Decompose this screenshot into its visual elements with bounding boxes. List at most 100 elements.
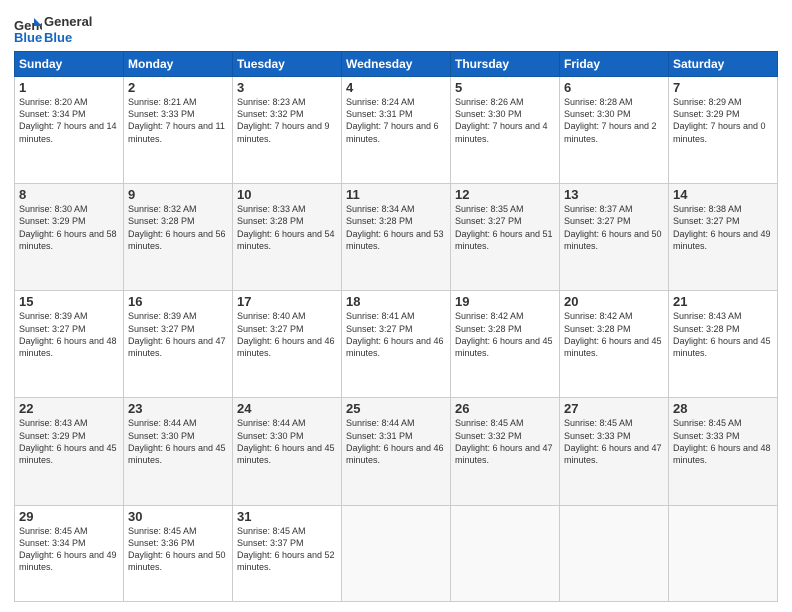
logo-general: General	[44, 14, 92, 30]
day-number: 17	[237, 294, 337, 309]
day-number: 18	[346, 294, 446, 309]
day-number: 24	[237, 401, 337, 416]
day-info: Sunrise: 8:35 AMSunset: 3:27 PMDaylight:…	[455, 203, 555, 252]
day-number: 4	[346, 80, 446, 95]
calendar-cell	[342, 505, 451, 601]
calendar-week-row: 1Sunrise: 8:20 AMSunset: 3:34 PMDaylight…	[15, 77, 778, 184]
weekday-header: Saturday	[669, 52, 778, 77]
day-info: Sunrise: 8:45 AMSunset: 3:37 PMDaylight:…	[237, 525, 337, 574]
weekday-header: Tuesday	[233, 52, 342, 77]
day-number: 11	[346, 187, 446, 202]
calendar-cell: 26Sunrise: 8:45 AMSunset: 3:32 PMDayligh…	[451, 398, 560, 505]
calendar-cell: 4Sunrise: 8:24 AMSunset: 3:31 PMDaylight…	[342, 77, 451, 184]
day-info: Sunrise: 8:39 AMSunset: 3:27 PMDaylight:…	[19, 310, 119, 359]
calendar-cell: 19Sunrise: 8:42 AMSunset: 3:28 PMDayligh…	[451, 291, 560, 398]
calendar-cell: 1Sunrise: 8:20 AMSunset: 3:34 PMDaylight…	[15, 77, 124, 184]
day-number: 23	[128, 401, 228, 416]
day-number: 26	[455, 401, 555, 416]
day-info: Sunrise: 8:40 AMSunset: 3:27 PMDaylight:…	[237, 310, 337, 359]
calendar-cell	[451, 505, 560, 601]
calendar-cell: 21Sunrise: 8:43 AMSunset: 3:28 PMDayligh…	[669, 291, 778, 398]
weekday-header: Friday	[560, 52, 669, 77]
calendar-week-row: 29Sunrise: 8:45 AMSunset: 3:34 PMDayligh…	[15, 505, 778, 601]
day-info: Sunrise: 8:44 AMSunset: 3:30 PMDaylight:…	[128, 417, 228, 466]
day-number: 20	[564, 294, 664, 309]
day-info: Sunrise: 8:26 AMSunset: 3:30 PMDaylight:…	[455, 96, 555, 145]
day-info: Sunrise: 8:42 AMSunset: 3:28 PMDaylight:…	[564, 310, 664, 359]
day-number: 7	[673, 80, 773, 95]
day-info: Sunrise: 8:23 AMSunset: 3:32 PMDaylight:…	[237, 96, 337, 145]
day-number: 25	[346, 401, 446, 416]
day-number: 30	[128, 509, 228, 524]
weekday-header: Wednesday	[342, 52, 451, 77]
day-info: Sunrise: 8:20 AMSunset: 3:34 PMDaylight:…	[19, 96, 119, 145]
day-number: 19	[455, 294, 555, 309]
day-info: Sunrise: 8:30 AMSunset: 3:29 PMDaylight:…	[19, 203, 119, 252]
calendar-cell: 10Sunrise: 8:33 AMSunset: 3:28 PMDayligh…	[233, 184, 342, 291]
day-info: Sunrise: 8:37 AMSunset: 3:27 PMDaylight:…	[564, 203, 664, 252]
calendar-week-row: 8Sunrise: 8:30 AMSunset: 3:29 PMDaylight…	[15, 184, 778, 291]
day-info: Sunrise: 8:33 AMSunset: 3:28 PMDaylight:…	[237, 203, 337, 252]
day-info: Sunrise: 8:28 AMSunset: 3:30 PMDaylight:…	[564, 96, 664, 145]
calendar-cell: 24Sunrise: 8:44 AMSunset: 3:30 PMDayligh…	[233, 398, 342, 505]
weekday-header: Monday	[124, 52, 233, 77]
calendar-cell: 15Sunrise: 8:39 AMSunset: 3:27 PMDayligh…	[15, 291, 124, 398]
day-info: Sunrise: 8:41 AMSunset: 3:27 PMDaylight:…	[346, 310, 446, 359]
calendar-cell: 5Sunrise: 8:26 AMSunset: 3:30 PMDaylight…	[451, 77, 560, 184]
day-number: 15	[19, 294, 119, 309]
day-info: Sunrise: 8:43 AMSunset: 3:28 PMDaylight:…	[673, 310, 773, 359]
day-number: 1	[19, 80, 119, 95]
day-number: 3	[237, 80, 337, 95]
calendar-cell: 11Sunrise: 8:34 AMSunset: 3:28 PMDayligh…	[342, 184, 451, 291]
calendar-cell: 27Sunrise: 8:45 AMSunset: 3:33 PMDayligh…	[560, 398, 669, 505]
day-info: Sunrise: 8:21 AMSunset: 3:33 PMDaylight:…	[128, 96, 228, 145]
logo-icon: General Blue	[14, 16, 42, 44]
calendar-week-row: 15Sunrise: 8:39 AMSunset: 3:27 PMDayligh…	[15, 291, 778, 398]
day-number: 21	[673, 294, 773, 309]
header: General Blue General Blue	[14, 10, 778, 45]
calendar-cell: 28Sunrise: 8:45 AMSunset: 3:33 PMDayligh…	[669, 398, 778, 505]
calendar-cell: 29Sunrise: 8:45 AMSunset: 3:34 PMDayligh…	[15, 505, 124, 601]
day-info: Sunrise: 8:44 AMSunset: 3:31 PMDaylight:…	[346, 417, 446, 466]
calendar-cell: 3Sunrise: 8:23 AMSunset: 3:32 PMDaylight…	[233, 77, 342, 184]
weekday-header: Thursday	[451, 52, 560, 77]
svg-text:Blue: Blue	[14, 30, 42, 44]
calendar-cell: 9Sunrise: 8:32 AMSunset: 3:28 PMDaylight…	[124, 184, 233, 291]
day-info: Sunrise: 8:39 AMSunset: 3:27 PMDaylight:…	[128, 310, 228, 359]
day-number: 27	[564, 401, 664, 416]
day-number: 14	[673, 187, 773, 202]
calendar-table: SundayMondayTuesdayWednesdayThursdayFrid…	[14, 51, 778, 602]
calendar-cell: 8Sunrise: 8:30 AMSunset: 3:29 PMDaylight…	[15, 184, 124, 291]
calendar-cell: 22Sunrise: 8:43 AMSunset: 3:29 PMDayligh…	[15, 398, 124, 505]
day-info: Sunrise: 8:42 AMSunset: 3:28 PMDaylight:…	[455, 310, 555, 359]
day-info: Sunrise: 8:45 AMSunset: 3:33 PMDaylight:…	[673, 417, 773, 466]
calendar-cell: 23Sunrise: 8:44 AMSunset: 3:30 PMDayligh…	[124, 398, 233, 505]
calendar-cell: 14Sunrise: 8:38 AMSunset: 3:27 PMDayligh…	[669, 184, 778, 291]
day-number: 2	[128, 80, 228, 95]
day-number: 12	[455, 187, 555, 202]
calendar-cell: 25Sunrise: 8:44 AMSunset: 3:31 PMDayligh…	[342, 398, 451, 505]
day-number: 31	[237, 509, 337, 524]
day-info: Sunrise: 8:38 AMSunset: 3:27 PMDaylight:…	[673, 203, 773, 252]
header-row: SundayMondayTuesdayWednesdayThursdayFrid…	[15, 52, 778, 77]
day-number: 8	[19, 187, 119, 202]
calendar-week-row: 22Sunrise: 8:43 AMSunset: 3:29 PMDayligh…	[15, 398, 778, 505]
calendar-cell: 20Sunrise: 8:42 AMSunset: 3:28 PMDayligh…	[560, 291, 669, 398]
day-info: Sunrise: 8:43 AMSunset: 3:29 PMDaylight:…	[19, 417, 119, 466]
calendar-cell: 13Sunrise: 8:37 AMSunset: 3:27 PMDayligh…	[560, 184, 669, 291]
day-number: 6	[564, 80, 664, 95]
calendar-cell: 31Sunrise: 8:45 AMSunset: 3:37 PMDayligh…	[233, 505, 342, 601]
day-info: Sunrise: 8:45 AMSunset: 3:32 PMDaylight:…	[455, 417, 555, 466]
calendar-cell: 12Sunrise: 8:35 AMSunset: 3:27 PMDayligh…	[451, 184, 560, 291]
day-number: 16	[128, 294, 228, 309]
calendar-cell: 16Sunrise: 8:39 AMSunset: 3:27 PMDayligh…	[124, 291, 233, 398]
day-number: 13	[564, 187, 664, 202]
logo-blue: Blue	[44, 30, 92, 46]
weekday-header: Sunday	[15, 52, 124, 77]
day-number: 5	[455, 80, 555, 95]
calendar-cell	[669, 505, 778, 601]
day-info: Sunrise: 8:24 AMSunset: 3:31 PMDaylight:…	[346, 96, 446, 145]
calendar-cell: 30Sunrise: 8:45 AMSunset: 3:36 PMDayligh…	[124, 505, 233, 601]
calendar-cell	[560, 505, 669, 601]
day-info: Sunrise: 8:32 AMSunset: 3:28 PMDaylight:…	[128, 203, 228, 252]
